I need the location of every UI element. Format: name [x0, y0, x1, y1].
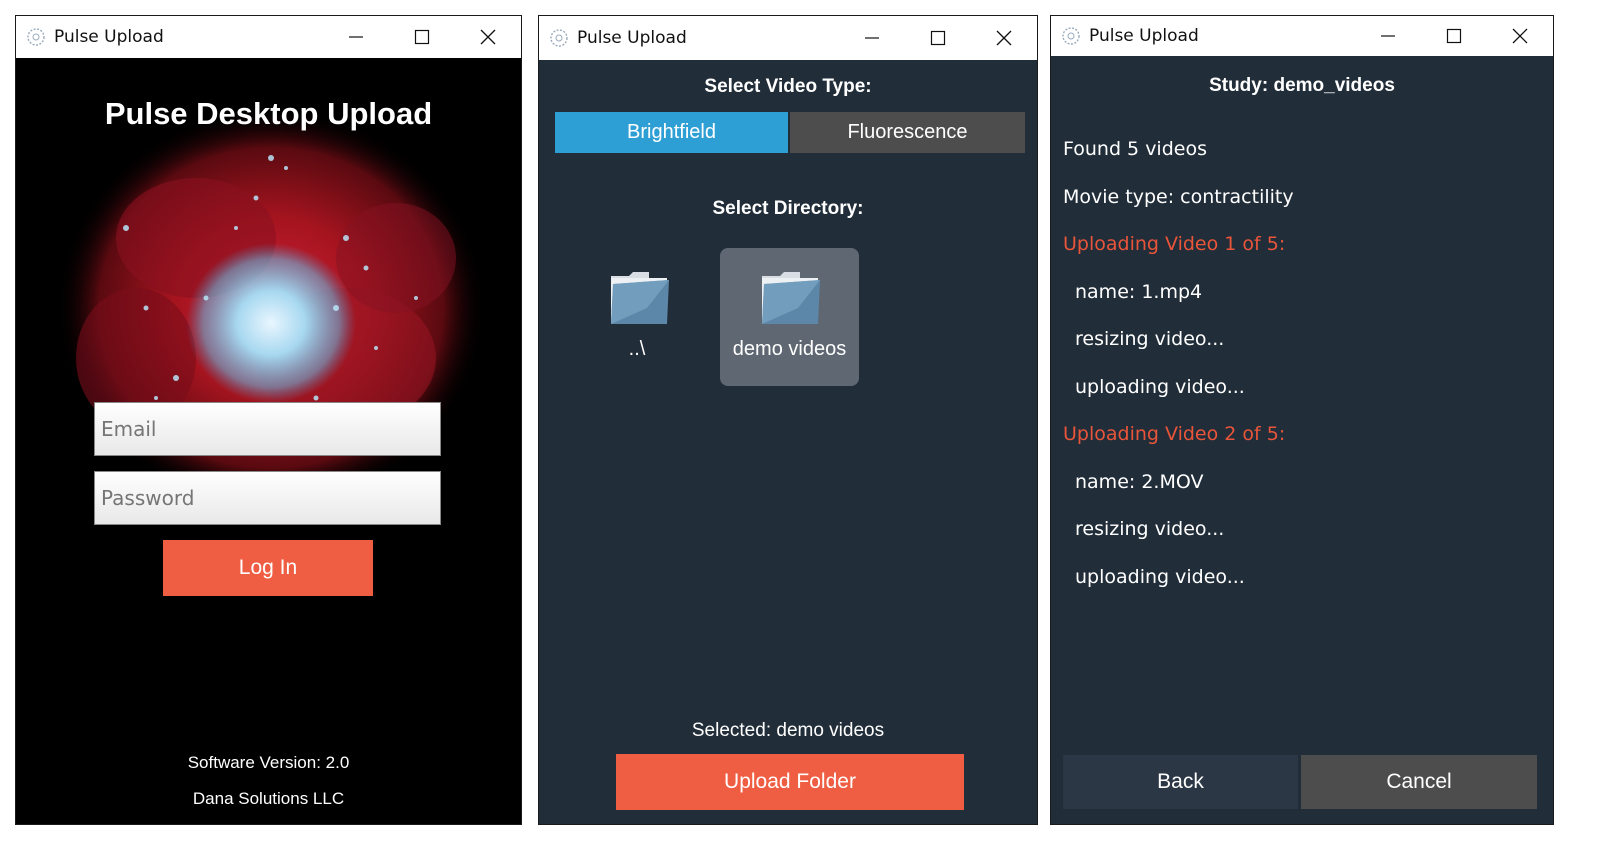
folder-label: demo videos [732, 338, 847, 360]
close-icon [1512, 28, 1528, 44]
minimize-icon [865, 37, 879, 39]
login-window: Pulse Upload Pulse Desktop Upload Email … [15, 15, 522, 825]
close-button[interactable] [971, 16, 1037, 60]
log-line: name: 1.mp4 [1075, 280, 1203, 303]
back-button[interactable]: Back [1063, 755, 1298, 809]
cancel-button[interactable]: Cancel [1301, 755, 1537, 809]
directory-label: Select Directory: [712, 198, 864, 219]
log-line: name: 2.MOV [1075, 470, 1204, 493]
close-button[interactable] [1487, 16, 1553, 56]
title-bar: Pulse Upload [539, 16, 1037, 60]
log-line-heading: Uploading Video 2 of 5: [1063, 423, 1286, 445]
app-heading: Pulse Desktop Upload [104, 96, 433, 131]
folder-item-parent[interactable]: ..\ [587, 250, 687, 385]
title-bar: Pulse Upload [1051, 16, 1553, 56]
email-field[interactable] [94, 402, 441, 456]
upload-folder-button[interactable]: Upload Folder [616, 754, 964, 810]
select-content: Select Video Type: Brightfield Fluoresce… [539, 60, 1037, 824]
fluorescence-label: Fluorescence [847, 121, 968, 143]
login-button-label: Log In [238, 556, 298, 579]
close-icon [480, 29, 496, 45]
log-line: resizing video... [1075, 328, 1225, 350]
window-title: Pulse Upload [54, 27, 164, 47]
log-line: resizing video... [1075, 518, 1225, 540]
log-line: uploading video... [1075, 565, 1245, 588]
brightfield-label: Brightfield [627, 121, 716, 143]
close-button[interactable] [455, 16, 521, 58]
maximize-icon [930, 30, 946, 46]
app-logo-icon [550, 29, 568, 47]
log-line: uploading video... [1075, 375, 1245, 398]
app-logo-icon [27, 28, 45, 46]
app-logo-icon [1062, 27, 1080, 45]
software-version: Software Version: 2.0 [187, 753, 350, 772]
log-line: Found 5 videos [1063, 138, 1207, 160]
folder-icon [611, 272, 669, 324]
close-icon [996, 30, 1012, 46]
minimize-icon [1381, 35, 1395, 37]
maximize-button[interactable] [1421, 16, 1487, 56]
fluorescence-button[interactable]: Fluorescence [790, 112, 1025, 153]
title-bar: Pulse Upload [16, 16, 521, 58]
folder-label: ..\ [628, 338, 646, 360]
upload-window: Pulse Upload Study: demo_videos Found 5 … [1050, 15, 1554, 825]
select-window: Pulse Upload Select Video Type: Brightfi… [538, 15, 1038, 825]
upload-content: Study: demo_videos Found 5 videos Movie t… [1051, 56, 1553, 824]
back-button-label: Back [1157, 770, 1204, 793]
company-name: Dana Solutions LLC [192, 789, 345, 808]
log-line: Movie type: contractility [1063, 185, 1294, 208]
minimize-button[interactable] [323, 16, 389, 58]
minimize-button[interactable] [839, 16, 905, 60]
maximize-button[interactable] [905, 16, 971, 60]
upload-folder-label: Upload Folder [724, 770, 856, 793]
log-line-heading: Uploading Video 1 of 5: [1063, 233, 1286, 255]
login-button[interactable]: Log In [163, 540, 373, 596]
minimize-icon [349, 36, 363, 38]
window-title: Pulse Upload [1089, 26, 1199, 46]
login-content: Pulse Desktop Upload Log In Software Ver… [16, 58, 521, 824]
maximize-icon [414, 29, 430, 45]
cancel-button-label: Cancel [1386, 770, 1452, 793]
brightfield-button[interactable]: Brightfield [555, 112, 788, 153]
folder-item-demo-videos[interactable]: demo videos [720, 248, 859, 386]
maximize-icon [1446, 28, 1462, 44]
password-field[interactable] [94, 471, 441, 525]
maximize-button[interactable] [389, 16, 455, 58]
folder-icon [762, 272, 820, 324]
selected-folder-text: Selected: demo videos [691, 720, 885, 741]
minimize-button[interactable] [1355, 16, 1421, 56]
window-title: Pulse Upload [577, 28, 687, 48]
video-type-label: Select Video Type: [704, 76, 872, 97]
study-label: Study: demo_videos [1209, 75, 1395, 96]
